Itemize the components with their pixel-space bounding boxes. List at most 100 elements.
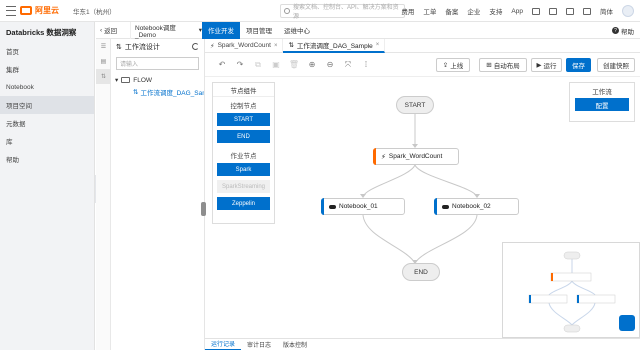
question-icon: ? bbox=[612, 27, 619, 34]
fit-view-icon[interactable]: ⤧ bbox=[339, 56, 357, 74]
workflow-design-icon: ⇅ bbox=[116, 44, 122, 51]
help-icon[interactable] bbox=[583, 7, 591, 15]
save-button[interactable]: 保存 bbox=[566, 58, 591, 72]
delete-icon[interactable]: 🗑 bbox=[285, 56, 303, 74]
chevron-left-icon: ‹ bbox=[100, 26, 103, 34]
terminal-icon[interactable] bbox=[532, 7, 540, 15]
editor-tab-label: Spark_WordCount bbox=[217, 42, 271, 49]
config-button[interactable]: 配置 bbox=[575, 98, 629, 111]
tab-audit-log[interactable]: 审计日志 bbox=[241, 339, 277, 350]
avatar[interactable] bbox=[622, 5, 634, 17]
upload-button[interactable]: ⇪ 上线 bbox=[436, 58, 470, 72]
tab-run-records[interactable]: 运行记录 bbox=[205, 339, 242, 350]
end-node[interactable]: END bbox=[402, 263, 440, 281]
control-section-label: 控制节点 bbox=[230, 103, 257, 110]
cart-icon[interactable] bbox=[566, 7, 574, 15]
tab-version-control[interactable]: 版本控制 bbox=[277, 339, 313, 350]
tree-leaf-dag-sample[interactable]: ⇅ 工作流调度_DAG_Sample bbox=[111, 86, 204, 98]
bell-icon[interactable] bbox=[549, 7, 557, 15]
language-switch[interactable]: 简体 bbox=[600, 6, 613, 16]
tab-job-dev[interactable]: 作业开发 bbox=[202, 21, 240, 39]
back-button[interactable]: ‹ 返回 bbox=[96, 25, 130, 36]
run-button[interactable]: ▶ 运行 bbox=[531, 58, 562, 72]
auto-layout-button[interactable]: ⊞ 自动布局 bbox=[479, 58, 527, 72]
palette-sparkstreaming-node: SparkStreaming bbox=[217, 180, 270, 193]
node-label: Spark_WordCount bbox=[388, 153, 443, 160]
upload-label: 上线 bbox=[450, 63, 464, 70]
zoom-in-icon[interactable]: ⊕ bbox=[303, 56, 321, 74]
start-node[interactable]: START bbox=[396, 96, 434, 114]
leftnav-item-clusters[interactable]: 集群 bbox=[0, 60, 94, 78]
workflow-node-notebook-02[interactable]: Notebook_02 bbox=[434, 198, 519, 215]
help-link[interactable]: ? 帮助 bbox=[612, 22, 634, 39]
leftnav-item-metadata[interactable]: 元数据 bbox=[0, 114, 94, 132]
folder-icon bbox=[121, 77, 131, 83]
project-select[interactable]: Notebook调度_Demo ▾ bbox=[130, 21, 202, 39]
tree-folder-flow[interactable]: ▾ FLOW bbox=[111, 74, 204, 86]
global-search-input[interactable]: 搜索文档、控制台、API、解决方案和资源 bbox=[280, 4, 405, 20]
palette-start-node[interactable]: START bbox=[217, 113, 270, 126]
undo-icon[interactable]: ↶ bbox=[213, 56, 231, 74]
tree-filter-input[interactable]: 请输入 bbox=[116, 57, 199, 70]
editor-tabs: ⚡ Spark_WordCount × ⇅ 工作流调度_DAG_Sample × bbox=[205, 38, 640, 53]
workflow-node-notebook-01[interactable]: Notebook_01 bbox=[321, 198, 405, 215]
topnav-app[interactable]: App bbox=[511, 8, 523, 15]
chat-assistant-icon[interactable] bbox=[619, 315, 635, 331]
layout-icon: ⊞ bbox=[486, 62, 492, 69]
leftnav-item-home[interactable]: 首页 bbox=[0, 42, 94, 60]
node-status-bar bbox=[321, 198, 324, 215]
tab-project-mgmt[interactable]: 项目管理 bbox=[240, 22, 278, 39]
paste-icon[interactable]: ▣ bbox=[267, 56, 285, 74]
notebook-icon bbox=[442, 204, 449, 209]
workflow-icon[interactable]: ⇅ bbox=[96, 69, 111, 84]
workflow-icon: ⇅ bbox=[288, 41, 294, 49]
tab-ops-center[interactable]: 运维中心 bbox=[278, 22, 316, 39]
product-title: Databricks 数据洞察 bbox=[6, 27, 77, 37]
logo-mark-icon bbox=[20, 6, 32, 15]
folder-label: FLOW bbox=[133, 76, 153, 84]
palette-zeppelin-node[interactable]: Zeppelin bbox=[217, 197, 270, 210]
module-tab-row: ‹ 返回 Notebook调度_Demo ▾ 作业开发 项目管理 运维中心 ? … bbox=[96, 21, 640, 39]
menu-icon[interactable] bbox=[6, 5, 16, 16]
back-label: 返回 bbox=[104, 28, 118, 35]
tree-header: ⇅ 工作流设计 bbox=[111, 39, 204, 55]
leftnav-item-notebook[interactable]: Notebook bbox=[0, 78, 94, 96]
zoom-out-icon[interactable]: ⊖ bbox=[321, 56, 339, 74]
workflow-node-spark-wordcount[interactable]: ⚡ Spark_WordCount bbox=[373, 148, 459, 165]
refresh-icon[interactable] bbox=[192, 43, 199, 50]
redo-icon[interactable]: ↷ bbox=[231, 56, 249, 74]
project-name: Notebook调度_Demo bbox=[135, 24, 176, 39]
logo-text: 阿里云 bbox=[35, 6, 59, 15]
topnav-billing[interactable]: 费用 bbox=[401, 6, 414, 16]
region-selector[interactable]: 华东1（杭州） bbox=[73, 6, 116, 16]
leftnav-item-library[interactable]: 库 bbox=[0, 132, 94, 150]
workflow-icon: ⇅ bbox=[133, 89, 139, 96]
node-label: Notebook_02 bbox=[452, 203, 491, 210]
bottom-tabs: 运行记录 审计日志 版本控制 bbox=[205, 338, 640, 350]
copy-icon[interactable]: ⧉ bbox=[249, 56, 267, 74]
close-icon[interactable]: × bbox=[274, 43, 278, 49]
editor-tab-spark-wordcount[interactable]: ⚡ Spark_WordCount × bbox=[205, 38, 284, 53]
minimap[interactable] bbox=[502, 242, 640, 338]
top-nav: 费用 工单 备案 企业 支持 App 简体 bbox=[401, 0, 634, 22]
tree-title: 工作流设计 bbox=[124, 44, 160, 51]
spark-icon: ⚡ bbox=[210, 42, 215, 50]
caret-down-icon: ▾ bbox=[115, 77, 119, 84]
create-snapshot-button[interactable]: 创建快照 bbox=[597, 58, 635, 72]
node-palette: 节点组件 控制节点 START END 作业节点 Spark SparkStre… bbox=[212, 82, 275, 224]
topnav-tickets[interactable]: 工单 bbox=[423, 6, 436, 16]
topnav-filing[interactable]: 备案 bbox=[445, 6, 458, 16]
upload-icon: ⇪ bbox=[442, 62, 449, 69]
leftnav-item-help[interactable]: 帮助 bbox=[0, 150, 94, 168]
aliyun-logo[interactable]: 阿里云 bbox=[20, 5, 59, 16]
editor-tab-dag-sample[interactable]: ⇅ 工作流调度_DAG_Sample × bbox=[283, 38, 386, 53]
file-icon[interactable]: ▤ bbox=[96, 54, 111, 69]
close-icon[interactable]: × bbox=[376, 42, 380, 48]
topnav-enterprise[interactable]: 企业 bbox=[467, 6, 480, 16]
palette-spark-node[interactable]: Spark bbox=[217, 163, 270, 176]
list-icon[interactable]: ☰ bbox=[96, 39, 111, 54]
palette-end-node[interactable]: END bbox=[217, 130, 270, 143]
actual-size-icon[interactable]: ⁞ bbox=[357, 56, 375, 74]
leftnav-item-projects[interactable]: 项目空间 bbox=[0, 96, 94, 114]
topnav-support[interactable]: 支持 bbox=[489, 6, 502, 16]
